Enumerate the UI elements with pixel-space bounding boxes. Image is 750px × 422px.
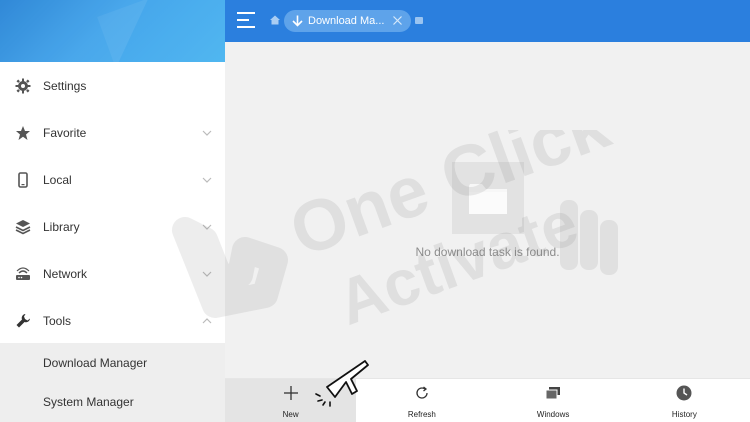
sidebar-item-settings[interactable]: Settings (0, 62, 225, 109)
history-button-label: History (671, 410, 697, 419)
star-icon (15, 125, 31, 141)
tab-label: Download Ma... (308, 15, 385, 27)
chevron-down-icon[interactable] (201, 268, 213, 280)
close-icon[interactable] (392, 15, 403, 26)
sidebar-item-label: Library (43, 219, 80, 234)
chevron-down-icon[interactable] (201, 127, 213, 139)
sidebar-item-label: Network (43, 266, 88, 281)
windows-button-label: Windows (536, 410, 570, 419)
gear-icon (15, 78, 31, 94)
tab-download-manager[interactable]: Download Ma... (284, 10, 411, 32)
refresh-button[interactable]: Refresh (356, 379, 487, 422)
window-count-icon[interactable] (415, 17, 423, 24)
wrench-icon (15, 313, 31, 329)
main-content: No download task is found. (225, 42, 750, 378)
layers-icon (15, 219, 31, 235)
sidebar-subitem-system-manager[interactable]: System Manager (0, 382, 225, 421)
bottom-toolbar: New Refresh Windows History (225, 378, 750, 422)
new-button[interactable]: New (225, 379, 357, 422)
sidebar: Settings Favorite Local Library Network … (0, 0, 225, 422)
phone-icon (15, 171, 31, 188)
clock-icon (676, 385, 692, 401)
sidebar-item-label: Local (43, 172, 72, 187)
chevron-down-icon[interactable] (201, 221, 213, 233)
folder-icon (452, 162, 524, 234)
hamburger-menu-icon[interactable] (237, 12, 255, 28)
tools-submenu: Download Manager System Manager (0, 343, 225, 422)
sidebar-item-favorite[interactable]: Favorite (0, 109, 225, 156)
sidebar-item-library[interactable]: Library (0, 203, 225, 250)
history-button[interactable]: History (619, 379, 750, 422)
sidebar-item-label: Favorite (43, 125, 87, 140)
sidebar-item-tools[interactable]: Tools (0, 297, 225, 344)
sidebar-subitem-download-manager[interactable]: Download Manager (0, 343, 225, 382)
sidebar-banner (0, 0, 225, 62)
chevron-up-icon[interactable] (201, 315, 213, 327)
sidebar-item-network[interactable]: Network (0, 250, 225, 297)
header-bar: Download Ma... (225, 0, 750, 42)
new-button-label: New (282, 410, 299, 419)
sidebar-item-label: Tools (43, 313, 72, 328)
empty-state-message: No download task is found. (415, 245, 560, 259)
windows-button[interactable]: Windows (488, 379, 619, 422)
home-icon[interactable] (270, 15, 280, 25)
refresh-button-label: Refresh (407, 410, 436, 419)
chevron-down-icon[interactable] (201, 174, 213, 186)
plus-icon (283, 385, 299, 401)
router-icon (15, 266, 31, 282)
download-arrow-icon (292, 15, 303, 27)
sidebar-menu: Settings Favorite Local Library Network … (0, 62, 225, 344)
sidebar-item-local[interactable]: Local (0, 156, 225, 203)
refresh-icon (414, 385, 430, 401)
windows-icon (545, 385, 561, 401)
sidebar-item-label: Settings (43, 78, 87, 93)
